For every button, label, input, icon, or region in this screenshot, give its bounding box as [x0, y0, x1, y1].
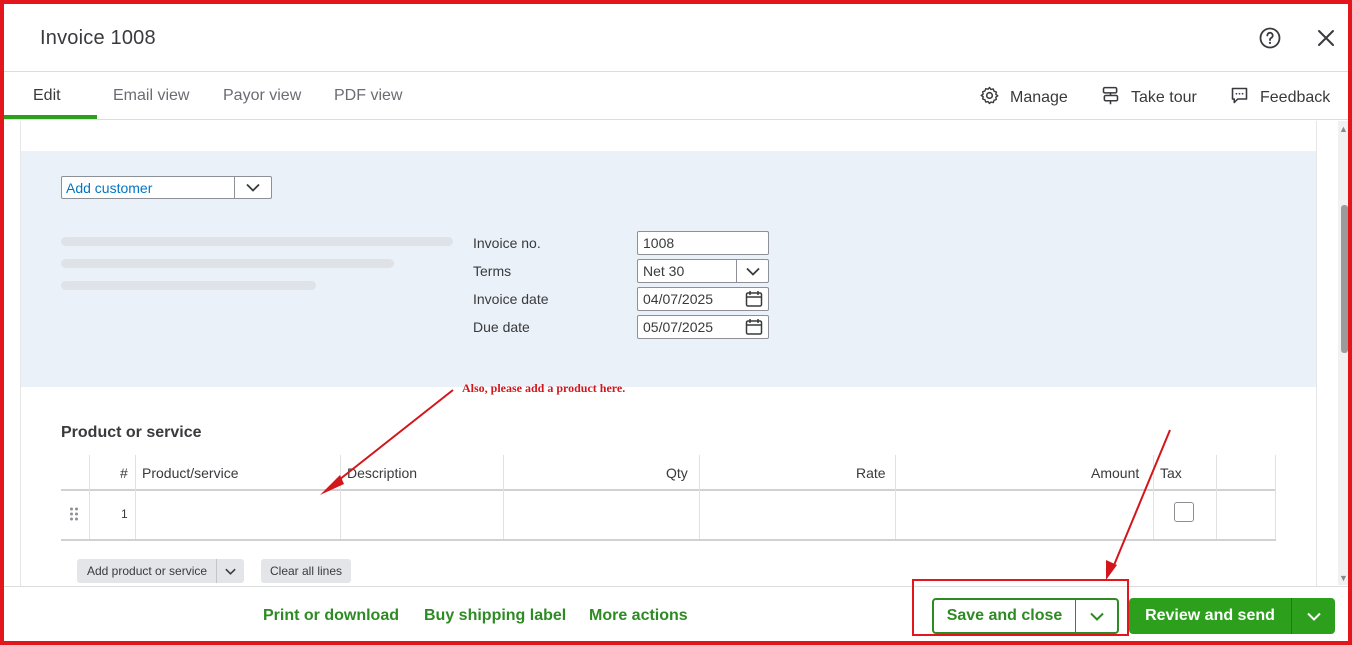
tab-pdf-view[interactable]: PDF view	[334, 87, 402, 105]
loading-placeholder-line	[61, 237, 453, 246]
terms-value[interactable]: Net 30	[643, 263, 736, 279]
invoice-date-label: Invoice date	[473, 291, 549, 307]
invoice-no-label: Invoice no.	[473, 235, 541, 251]
drag-handle-icon[interactable]	[69, 507, 79, 526]
page-title: Invoice 1008	[40, 27, 156, 49]
add-product-button[interactable]: Add product or service	[77, 559, 245, 583]
tab-payor-view[interactable]: Payor view	[223, 87, 301, 105]
modal-header: Invoice 1008	[4, 4, 1348, 72]
scrollbar-track[interactable]	[1338, 121, 1348, 585]
take-tour-label: Take tour	[1131, 89, 1197, 106]
column-header-amount: Amount	[1091, 465, 1140, 481]
due-date-label: Due date	[473, 319, 530, 335]
chevron-down-icon[interactable]	[216, 559, 244, 583]
buy-shipping-label-link[interactable]: Buy shipping label	[424, 607, 566, 625]
help-icon[interactable]	[1258, 26, 1282, 50]
chevron-down-icon[interactable]	[234, 177, 271, 198]
column-header-qty: Qty	[666, 465, 688, 481]
tab-edit[interactable]: Edit	[33, 87, 61, 105]
column-header-rate: Rate	[856, 465, 886, 481]
more-actions-link[interactable]: More actions	[589, 607, 688, 625]
column-header-tax: Tax	[1160, 465, 1182, 481]
add-product-label[interactable]: Add product or service	[77, 564, 216, 578]
gear-icon	[979, 85, 1010, 111]
customer-select-value[interactable]: Add customer	[62, 177, 234, 198]
terms-label: Terms	[473, 263, 512, 279]
invoice-date-value[interactable]: 04/07/2025	[643, 291, 745, 307]
signpost-icon	[1100, 85, 1131, 111]
product-table: # Product/service Description Qty Rate A…	[61, 455, 1276, 541]
invoice-date-field[interactable]: 04/07/2025	[637, 287, 769, 311]
feedback-label: Feedback	[1260, 89, 1331, 106]
print-or-download-link[interactable]: Print or download	[263, 607, 399, 625]
scrollbar-thumb[interactable]	[1341, 205, 1348, 353]
take-tour-button[interactable]: Take tour	[1100, 85, 1197, 111]
customer-select[interactable]: Add customer	[61, 176, 272, 199]
due-date-field[interactable]: 05/07/2025	[637, 315, 769, 339]
table-header: # Product/service Description Qty Rate A…	[61, 455, 1276, 541]
annotation-note: Also, please add a product here.	[462, 381, 626, 395]
view-tabs: Edit Email view Payor view PDF view Mana…	[4, 73, 1348, 120]
table-row[interactable]: 1	[61, 491, 1276, 541]
product-section-title: Product or service	[61, 424, 202, 441]
save-and-close-button[interactable]: Save and close	[934, 600, 1075, 632]
tax-checkbox[interactable]	[1174, 502, 1194, 522]
chat-bubble-icon	[1229, 85, 1260, 111]
feedback-button[interactable]: Feedback	[1229, 85, 1330, 111]
row-number: 1	[121, 507, 128, 521]
modal-footer: Print or download Buy shipping label Mor…	[4, 586, 1348, 641]
invoice-no-value[interactable]: 1008	[643, 235, 763, 251]
chevron-down-icon[interactable]	[1291, 598, 1335, 634]
review-and-send-split-button: Review and send	[1129, 598, 1335, 634]
column-header-description: Description	[347, 465, 418, 481]
scroll-up-arrow-icon[interactable]: ▲	[1339, 124, 1348, 134]
loading-placeholder-line	[61, 259, 394, 268]
column-header-number: #	[120, 465, 128, 481]
calendar-icon[interactable]	[745, 290, 763, 308]
scroll-down-arrow-icon[interactable]: ▼	[1339, 573, 1348, 583]
chevron-down-icon[interactable]	[736, 260, 768, 282]
clear-all-lines-label[interactable]: Clear all lines	[261, 564, 351, 578]
column-header-product: Product/service	[142, 465, 239, 481]
calendar-icon[interactable]	[745, 318, 763, 336]
invoice-no-field[interactable]: 1008	[637, 231, 769, 255]
chevron-down-icon[interactable]	[1075, 600, 1117, 632]
manage-button[interactable]: Manage	[979, 85, 1068, 111]
due-date-value[interactable]: 05/07/2025	[643, 319, 745, 335]
active-tab-indicator	[4, 115, 97, 119]
manage-label: Manage	[1010, 89, 1068, 106]
terms-select[interactable]: Net 30	[637, 259, 769, 283]
save-and-close-split-button: Save and close	[932, 598, 1119, 634]
close-icon[interactable]	[1314, 26, 1338, 50]
loading-placeholder-line	[61, 281, 316, 290]
tab-email-view[interactable]: Email view	[113, 87, 189, 105]
clear-all-lines-button[interactable]: Clear all lines	[261, 559, 352, 583]
review-and-send-button[interactable]: Review and send	[1129, 598, 1291, 634]
